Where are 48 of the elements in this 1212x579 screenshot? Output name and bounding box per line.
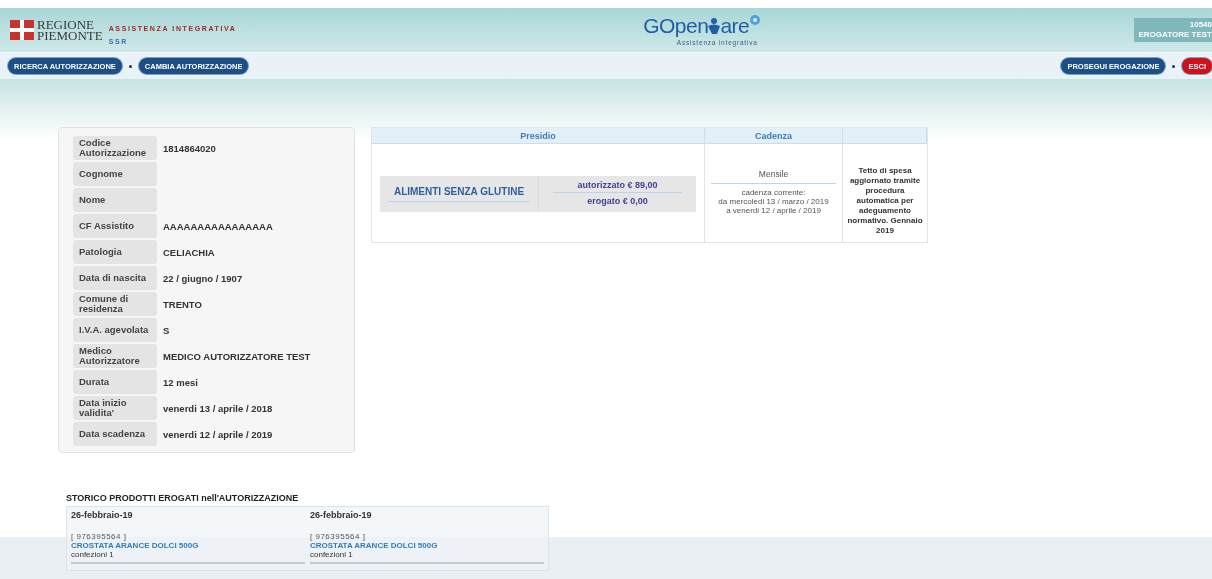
authorized-amount: autorizzato € 89,00 — [553, 180, 682, 193]
field-value: 1814864020 — [163, 142, 216, 154]
product-link[interactable]: CROSTATA ARANCE DOLCI 500G — [310, 541, 544, 550]
brand-logo-text: are — [720, 14, 750, 38]
person-logo-icon — [708, 18, 721, 34]
product-name: ALIMENTI SENZA GLUTINE — [388, 186, 530, 202]
quantity: confezioni 1 — [310, 550, 354, 559]
column-header: Presidio — [372, 128, 705, 144]
period-label: cadenza corrente: — [741, 188, 806, 197]
field-value: TRENTO — [163, 298, 202, 310]
field-label: Data inizio validita' — [73, 396, 157, 420]
field-value: venerdi 12 / aprile / 2019 — [163, 428, 273, 440]
field-value: CELIACHIA — [163, 246, 215, 258]
field-label: Codice Autorizzazione — [73, 136, 157, 160]
field-value: S — [163, 324, 170, 336]
field-label: Data scadenza — [73, 422, 157, 446]
product-code: [ 976395564 ] — [310, 532, 367, 541]
product-link[interactable]: CROSTATA ARANCE DOLCI 500G — [71, 541, 305, 550]
field-label: Nome — [73, 188, 157, 212]
field-value: venerdi 13 / aprile / 2018 — [163, 402, 273, 414]
field-value: 12 mesi — [163, 376, 198, 388]
field-value: 22 / giugno / 1907 — [163, 272, 243, 284]
region-logo-text: REGIONE PIEMONTE — [37, 19, 103, 41]
field-label: Patologia — [73, 240, 157, 264]
field-value: MEDICO AUTORIZZATORE TEST — [163, 350, 311, 362]
frequency: Mensile — [711, 160, 836, 184]
field-label: CF Assistito — [73, 214, 157, 238]
cross-flag-icon — [10, 20, 34, 40]
history-date: 26-febbraio-19 — [71, 510, 134, 520]
spending-note: Tetto di spesa aggiornato tramite procedura automatica per adeguamento normativo. Gennaio 2019 — [846, 165, 924, 236]
period-date: da mercoledi 13 / marzo / 2019 — [718, 197, 829, 206]
history-date: 26-febbraio-19 — [310, 510, 373, 520]
period-date: a venerdi 12 / aprile / 2019 — [726, 206, 821, 215]
field-label: Medico Autorizzatore — [73, 344, 157, 368]
dispensed-amount: erogato € 0,00 — [586, 196, 649, 208]
field-label: Data di nascita — [73, 266, 157, 290]
product-code: [ 976395564 ] — [71, 532, 128, 541]
history-title: STORICO PRODOTTI EROGATI nell'AUTORIZZAZIONE — [66, 493, 300, 503]
field-label: Cognome — [73, 162, 157, 186]
field-label: Comune di residenza — [73, 292, 157, 316]
field-value: AAAAAAAAAAAAAAAA — [163, 220, 273, 232]
user-code: 10540 — [1189, 20, 1212, 30]
column-header: Cadenza — [705, 128, 843, 144]
field-label: Durata — [73, 370, 157, 394]
field-label: I.V.A. agevolata — [73, 318, 157, 342]
brand-logo-text: GOpen — [643, 14, 709, 38]
user-name: EROGATORE TEST — [1138, 30, 1212, 40]
quantity: confezioni 1 — [71, 550, 115, 559]
